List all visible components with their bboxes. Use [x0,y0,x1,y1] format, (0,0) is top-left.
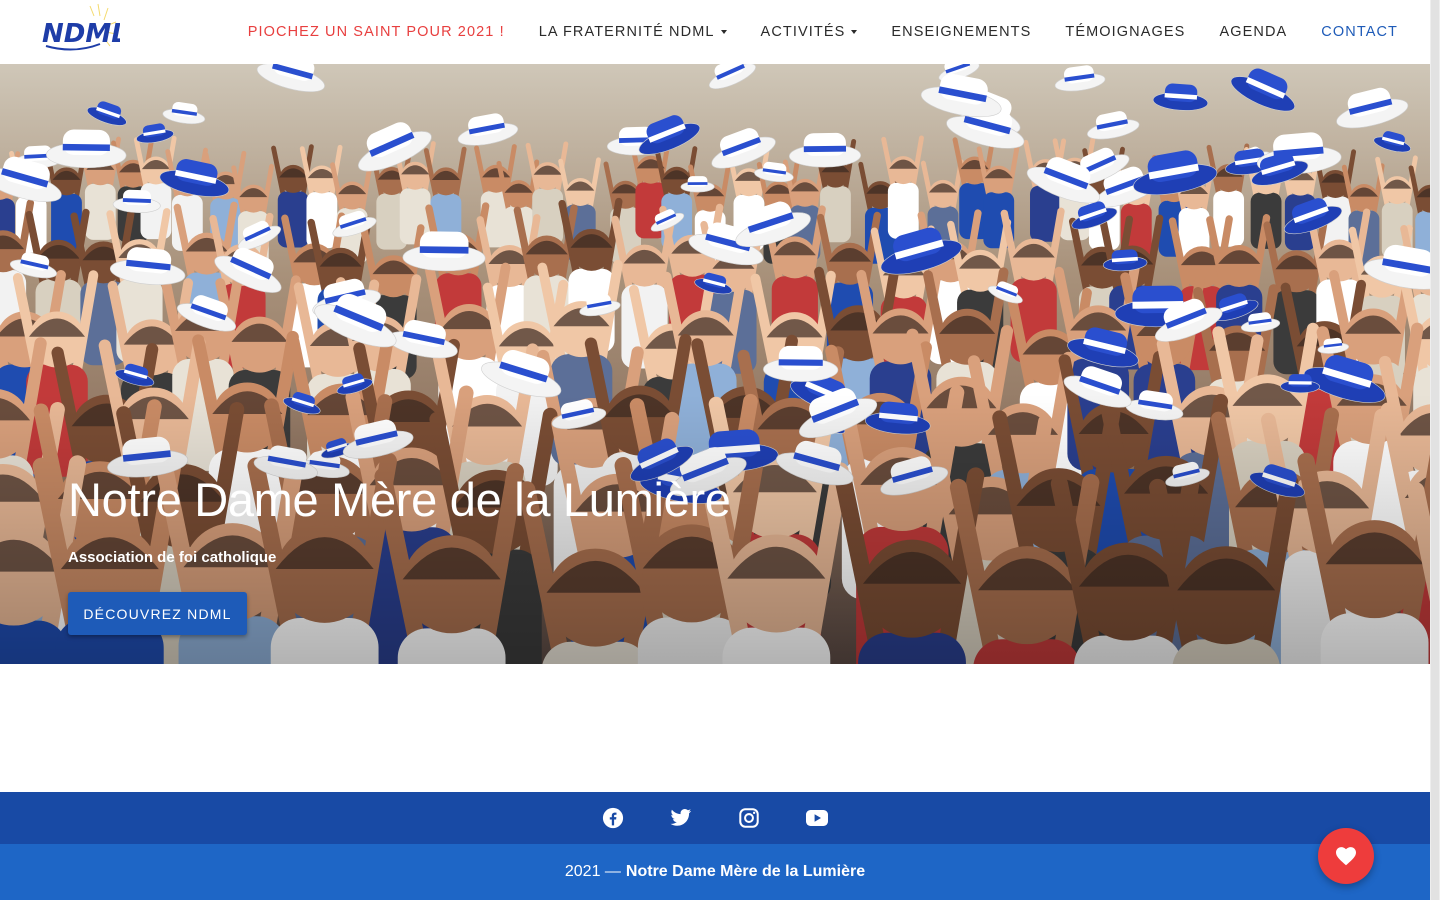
nav-temoignages[interactable]: TÉMOIGNAGES [1065,24,1185,40]
site-header: NDML PIOCHEZ UN SAINT POUR 2021 ! LA FRA… [0,0,1430,64]
twitter-icon[interactable] [665,802,697,834]
heart-icon [1336,847,1356,866]
nav-label: ENSEIGNEMENTS [891,24,1032,40]
nav-agenda[interactable]: AGENDA [1219,24,1287,40]
nav-fraternite[interactable]: LA FRATERNITÉ NDML [539,24,727,40]
youtube-icon[interactable] [801,802,833,834]
nav-label: AGENDA [1219,24,1288,40]
footer-copyright: 2021 — Notre Dame Mère de la Lumière [0,844,1430,900]
scrollbar-thumb[interactable] [1431,0,1439,900]
discover-ndml-button[interactable]: DÉCOUVREZ NDML [68,592,247,635]
ndml-logo[interactable]: NDML [34,2,120,60]
nav-label: CONTACT [1321,24,1398,40]
hero-content: Notre Dame Mère de la Lumière Associatio… [68,472,731,635]
nav-label: TÉMOIGNAGES [1065,24,1186,40]
caret-down-icon [851,30,858,34]
page: NDML PIOCHEZ UN SAINT POUR 2021 ! LA FRA… [0,0,1430,900]
nav-label: ACTIVITÉS [760,24,846,40]
instagram-icon[interactable] [733,802,765,834]
nav-enseignements[interactable]: ENSEIGNEMENTS [891,24,1031,40]
footer-org-name: Notre Dame Mère de la Lumière [625,863,866,880]
caret-down-icon [720,30,727,34]
footer-year: 2021 — [564,863,621,880]
hero-subtitle: Association de foi catholique [68,549,277,566]
nav-activites[interactable]: ACTIVITÉS [761,24,858,40]
hero-title: Notre Dame Mère de la Lumière [68,473,731,526]
logo-text: NDML [42,19,120,49]
hero-banner: Notre Dame Mère de la Lumière Associatio… [0,64,1430,664]
nav-contact[interactable]: CONTACT [1321,24,1398,40]
favorite-button[interactable] [1318,828,1374,884]
facebook-icon[interactable] [597,802,629,834]
main-nav: PIOCHEZ UN SAINT POUR 2021 ! LA FRATERNI… [248,0,1398,64]
nav-label: PIOCHEZ UN SAINT POUR 2021 ! [247,24,505,40]
social-bar [0,792,1430,844]
nav-piochez-saint[interactable]: PIOCHEZ UN SAINT POUR 2021 ! [248,24,505,40]
page-scrollbar[interactable] [1430,0,1440,900]
nav-label: LA FRATERNITÉ NDML [538,24,715,40]
